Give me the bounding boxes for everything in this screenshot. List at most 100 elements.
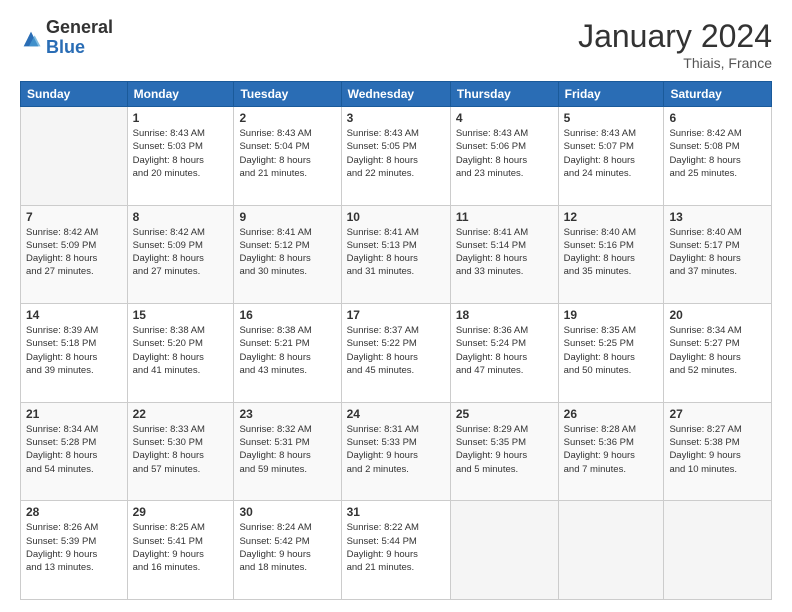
calendar-cell: 17 Sunrise: 8:37 AM Sunset: 5:22 PM Dayli… (341, 304, 450, 403)
day-info: Sunrise: 8:41 AM Sunset: 5:12 PM Dayligh… (239, 226, 335, 279)
day-number: 12 (564, 210, 659, 224)
day-number: 28 (26, 505, 122, 519)
calendar-cell: 20Sunrise: 8:34 AM Sunset: 5:27 PM Dayli… (664, 304, 772, 403)
calendar-cell: 4 Sunrise: 8:43 AM Sunset: 5:06 PM Daylig… (450, 107, 558, 206)
logo-icon (20, 28, 42, 50)
day-info: Sunrise: 8:28 AM Sunset: 5:36 PM Dayligh… (564, 423, 659, 476)
calendar-cell (450, 501, 558, 600)
day-info: Sunrise: 8:39 AM Sunset: 5:18 PM Dayligh… (26, 324, 122, 377)
day-info: Sunrise: 8:27 AM Sunset: 5:38 PM Dayligh… (669, 423, 766, 476)
location: Thiais, France (578, 55, 772, 71)
calendar-cell: 27 Sunrise: 8:27 AM Sunset: 5:38 PM Dayli… (664, 402, 772, 501)
calendar-table: Sunday Monday Tuesday Wednesday Thursday… (20, 81, 772, 600)
day-info: Sunrise: 8:25 AM Sunset: 5:41 PM Dayligh… (133, 521, 229, 574)
calendar-cell: 12 Sunrise: 8:40 AM Sunset: 5:16 PM Dayli… (558, 205, 664, 304)
day-info: Sunrise: 8:41 AM Sunset: 5:14 PM Dayligh… (456, 226, 553, 279)
calendar-cell: 19Sunrise: 8:35 AM Sunset: 5:25 PM Dayli… (558, 304, 664, 403)
calendar-cell: 22Sunrise: 8:33 AM Sunset: 5:30 PM Dayli… (127, 402, 234, 501)
col-saturday: Saturday (664, 82, 772, 107)
calendar-cell (664, 501, 772, 600)
logo-general-text: General (46, 18, 113, 38)
day-info: Sunrise: 8:42 AM Sunset: 5:09 PM Dayligh… (133, 226, 229, 279)
calendar-cell: 24 Sunrise: 8:31 AM Sunset: 5:33 PM Dayli… (341, 402, 450, 501)
day-number: 26 (564, 407, 659, 421)
day-info: Sunrise: 8:43 AM Sunset: 5:06 PM Dayligh… (456, 127, 553, 180)
calendar-cell: 7Sunrise: 8:42 AM Sunset: 5:09 PM Daylig… (21, 205, 128, 304)
day-info: Sunrise: 8:36 AM Sunset: 5:24 PM Dayligh… (456, 324, 553, 377)
calendar-cell: 25 Sunrise: 8:29 AM Sunset: 5:35 PM Dayli… (450, 402, 558, 501)
calendar-cell: 6 Sunrise: 8:42 AM Sunset: 5:08 PM Daylig… (664, 107, 772, 206)
week-row: 1 Sunrise: 8:43 AM Sunset: 5:03 PM Daylig… (21, 107, 772, 206)
calendar-cell: 13 Sunrise: 8:40 AM Sunset: 5:17 PM Dayli… (664, 205, 772, 304)
header-row: Sunday Monday Tuesday Wednesday Thursday… (21, 82, 772, 107)
calendar-cell: 29Sunrise: 8:25 AM Sunset: 5:41 PM Dayli… (127, 501, 234, 600)
day-number: 27 (669, 407, 766, 421)
day-info: Sunrise: 8:40 AM Sunset: 5:16 PM Dayligh… (564, 226, 659, 279)
calendar-cell: 31 Sunrise: 8:22 AM Sunset: 5:44 PM Dayli… (341, 501, 450, 600)
calendar-cell: 9 Sunrise: 8:41 AM Sunset: 5:12 PM Daylig… (234, 205, 341, 304)
week-row: 21Sunrise: 8:34 AM Sunset: 5:28 PM Dayli… (21, 402, 772, 501)
calendar-cell: 3 Sunrise: 8:43 AM Sunset: 5:05 PM Daylig… (341, 107, 450, 206)
day-info: Sunrise: 8:41 AM Sunset: 5:13 PM Dayligh… (347, 226, 445, 279)
day-info: Sunrise: 8:40 AM Sunset: 5:17 PM Dayligh… (669, 226, 766, 279)
calendar-cell: 11 Sunrise: 8:41 AM Sunset: 5:14 PM Dayli… (450, 205, 558, 304)
day-number: 2 (239, 111, 335, 125)
week-row: 28 Sunrise: 8:26 AM Sunset: 5:39 PM Dayli… (21, 501, 772, 600)
month-title: January 2024 (578, 18, 772, 55)
calendar-cell: 10 Sunrise: 8:41 AM Sunset: 5:13 PM Dayli… (341, 205, 450, 304)
calendar-cell: 14 Sunrise: 8:39 AM Sunset: 5:18 PM Dayli… (21, 304, 128, 403)
day-info: Sunrise: 8:43 AM Sunset: 5:03 PM Dayligh… (133, 127, 229, 180)
calendar-cell: 15Sunrise: 8:38 AM Sunset: 5:20 PM Dayli… (127, 304, 234, 403)
day-number: 3 (347, 111, 445, 125)
calendar-cell: 30 Sunrise: 8:24 AM Sunset: 5:42 PM Dayli… (234, 501, 341, 600)
calendar-cell (558, 501, 664, 600)
day-info: Sunrise: 8:42 AM Sunset: 5:08 PM Dayligh… (669, 127, 766, 180)
page: General Blue January 2024 Thiais, France… (0, 0, 792, 612)
day-info: Sunrise: 8:26 AM Sunset: 5:39 PM Dayligh… (26, 521, 122, 574)
day-info: Sunrise: 8:31 AM Sunset: 5:33 PM Dayligh… (347, 423, 445, 476)
day-number: 7 (26, 210, 122, 224)
day-number: 19 (564, 308, 659, 322)
header: General Blue January 2024 Thiais, France (20, 18, 772, 71)
logo: General Blue (20, 18, 113, 58)
day-number: 23 (239, 407, 335, 421)
day-info: Sunrise: 8:43 AM Sunset: 5:04 PM Dayligh… (239, 127, 335, 180)
day-number: 25 (456, 407, 553, 421)
week-row: 7 Sunrise: 8:42 AM Sunset: 5:09 PM Daylig… (21, 205, 772, 304)
col-wednesday: Wednesday (341, 82, 450, 107)
day-info: Sunrise: 8:43 AM Sunset: 5:05 PM Dayligh… (347, 127, 445, 180)
day-number: 31 (347, 505, 445, 519)
day-number: 10 (347, 210, 445, 224)
day-number: 13 (669, 210, 766, 224)
col-thursday: Thursday (450, 82, 558, 107)
day-number: 6 (669, 111, 766, 125)
day-info: Sunrise: 8:37 AM Sunset: 5:22 PM Dayligh… (347, 324, 445, 377)
day-info: Sunrise: 8:29 AM Sunset: 5:35 PM Dayligh… (456, 423, 553, 476)
day-number: 4 (456, 111, 553, 125)
day-number: 18 (456, 308, 553, 322)
logo-blue-text: Blue (46, 38, 113, 58)
day-number: 30 (239, 505, 335, 519)
day-number: 24 (347, 407, 445, 421)
logo-text: General Blue (46, 18, 113, 58)
day-info: Sunrise: 8:43 AM Sunset: 5:07 PM Dayligh… (564, 127, 659, 180)
day-number: 8 (133, 210, 229, 224)
day-number: 5 (564, 111, 659, 125)
day-number: 16 (239, 308, 335, 322)
col-sunday: Sunday (21, 82, 128, 107)
day-info: Sunrise: 8:24 AM Sunset: 5:42 PM Dayligh… (239, 521, 335, 574)
day-number: 11 (456, 210, 553, 224)
calendar-cell (21, 107, 128, 206)
title-block: January 2024 Thiais, France (578, 18, 772, 71)
calendar-cell: 2 Sunrise: 8:43 AM Sunset: 5:04 PM Daylig… (234, 107, 341, 206)
day-number: 9 (239, 210, 335, 224)
day-info: Sunrise: 8:22 AM Sunset: 5:44 PM Dayligh… (347, 521, 445, 574)
week-row: 14 Sunrise: 8:39 AM Sunset: 5:18 PM Dayli… (21, 304, 772, 403)
day-number: 17 (347, 308, 445, 322)
day-info: Sunrise: 8:34 AM Sunset: 5:28 PM Dayligh… (26, 423, 122, 476)
calendar-cell: 5 Sunrise: 8:43 AM Sunset: 5:07 PM Daylig… (558, 107, 664, 206)
col-friday: Friday (558, 82, 664, 107)
day-number: 1 (133, 111, 229, 125)
day-number: 14 (26, 308, 122, 322)
day-info: Sunrise: 8:33 AM Sunset: 5:30 PM Dayligh… (133, 423, 229, 476)
